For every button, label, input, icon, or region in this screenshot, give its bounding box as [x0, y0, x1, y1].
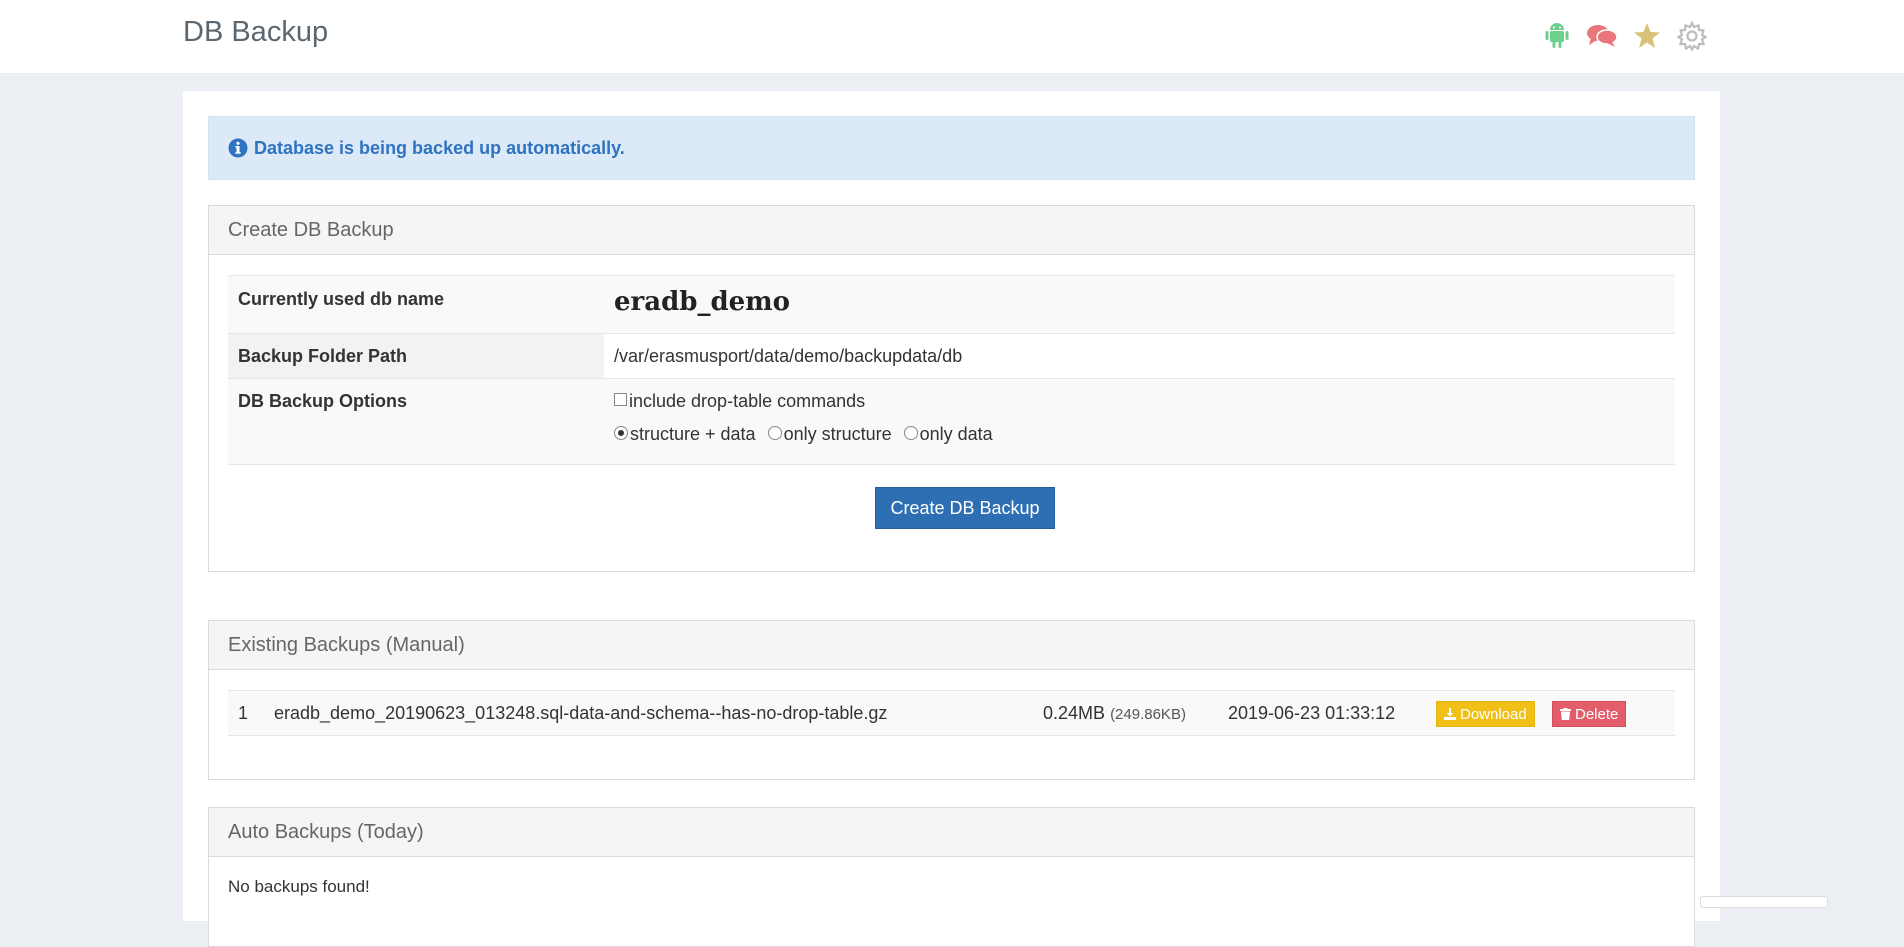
- backup-date: 2019-06-23 01:33:12: [1228, 703, 1396, 723]
- backup-path-row: Backup Folder Path /var/erasmusport/data…: [228, 333, 1675, 378]
- floating-widget[interactable]: [1700, 896, 1828, 908]
- header-icons: [1540, 18, 1720, 54]
- panel-title: Existing Backups (Manual): [209, 621, 1694, 670]
- auto-backups-panel: Auto Backups (Today) No backups found!: [208, 807, 1695, 947]
- radio-only-data-label: only data: [919, 424, 993, 444]
- radio-only-data[interactable]: [903, 425, 918, 440]
- manual-backups-panel: Existing Backups (Manual) 1 eradb_demo_2…: [208, 620, 1695, 780]
- table-row: 1 eradb_demo_20190623_013248.sql-data-an…: [228, 690, 1675, 736]
- main-content: Database is being backed up automaticall…: [183, 91, 1720, 947]
- download-button[interactable]: Download: [1436, 701, 1535, 727]
- delete-button[interactable]: Delete: [1552, 701, 1627, 727]
- radio-only-structure-label: only structure: [783, 424, 892, 444]
- backup-index: 1: [238, 703, 249, 723]
- empty-state-text: No backups found!: [228, 877, 370, 896]
- panel-title: Create DB Backup: [209, 206, 1694, 255]
- alert-message: Database is being backed up automaticall…: [254, 137, 625, 158]
- create-backup-button[interactable]: Create DB Backup: [875, 487, 1055, 529]
- auto-backup-alert: Database is being backed up automaticall…: [208, 116, 1695, 180]
- info-icon: [228, 138, 248, 158]
- radio-structure-data-label: structure + data: [630, 424, 756, 444]
- radio-only-structure[interactable]: [767, 425, 782, 440]
- drop-table-checkbox[interactable]: [614, 393, 627, 406]
- db-name-row: Currently used db name eradb_demo: [228, 275, 1675, 333]
- backup-path-label: Backup Folder Path: [228, 334, 604, 378]
- backup-options-label: DB Backup Options: [238, 391, 408, 411]
- backup-path-value: /var/erasmusport/data/demo/backupdata/db: [614, 346, 963, 366]
- db-name-value: eradb_demo: [614, 287, 791, 317]
- chat-icon[interactable]: [1585, 19, 1619, 53]
- db-name-label: Currently used db name: [238, 289, 445, 309]
- top-bar: DB Backup: [0, 0, 1904, 73]
- backup-options-row: DB Backup Options include drop-table com…: [228, 378, 1675, 465]
- download-icon: [1444, 708, 1456, 720]
- radio-structure-data[interactable]: [614, 425, 628, 440]
- panel-title: Auto Backups (Today): [209, 808, 1694, 857]
- create-backup-panel: Create DB Backup Currently used db name …: [208, 205, 1695, 572]
- android-icon[interactable]: [1540, 19, 1574, 53]
- backup-size-detail: (249.86KB): [1110, 706, 1186, 723]
- trash-icon: [1560, 708, 1571, 720]
- backup-filename: eradb_demo_20190623_013248.sql-data-and-…: [274, 703, 888, 723]
- backup-size: 0.24MB (249.86KB): [1043, 703, 1186, 723]
- star-icon[interactable]: [1630, 19, 1664, 53]
- gear-icon[interactable]: [1675, 19, 1709, 53]
- drop-table-label: include drop-table commands: [629, 391, 866, 411]
- page-title: DB Backup: [183, 16, 329, 48]
